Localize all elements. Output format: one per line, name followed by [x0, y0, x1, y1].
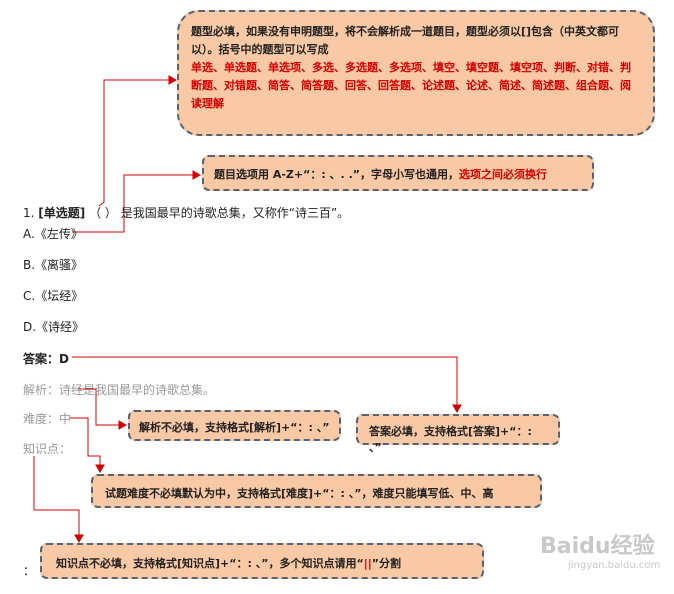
arrow-knowledge	[74, 534, 84, 544]
difficulty-line: 难度：中	[23, 412, 72, 426]
callout-knowledge-sep: ||	[363, 557, 372, 570]
connector-difficulty	[70, 417, 101, 471]
callout-knowledge-b: ”分割	[371, 557, 401, 570]
arrow-type	[168, 75, 178, 85]
knowledge-line: 知识点：	[23, 442, 72, 456]
connector-type	[98, 79, 176, 207]
arrow-analysis	[118, 420, 128, 430]
answer-line: 答案：D	[23, 352, 69, 366]
question-paren: （ ）	[89, 206, 117, 220]
callout-type-list: 单选、单选题、单选项、多选、多选题、多选项、填空、填空题、填空项、判断、对错、判…	[191, 61, 631, 110]
option-b: B.《离骚》	[23, 258, 84, 272]
question-number: 1.	[23, 206, 35, 220]
arrow-answer	[452, 404, 462, 414]
callout-question-type: 题型必填，如果没有申明题型，将不会解析成一道题目，题型必须以[]包含（中英文都可…	[177, 10, 655, 136]
question-type-tag: [单选题]	[38, 206, 86, 220]
option-a: A.《左传》	[23, 227, 83, 241]
question-stem: 1. [单选题] （ ） 是我国最早的诗歌总集，又称作“诗三百”。	[23, 204, 349, 221]
arrow-difficulty	[95, 464, 105, 474]
callout-option-note-red: 选项之间必须换行	[458, 168, 547, 181]
arrow-option	[192, 170, 202, 180]
callout-knowledge-a: 知识点不必填，支持格式[知识点]+“：: 、”，多个知识点请用“	[56, 557, 364, 570]
callout-option-note: 题目选项用 A-Z+“：: 、. .”，字母小写也通用，	[214, 168, 459, 181]
callout-options: 题目选项用 A-Z+“：: 、. .”，字母小写也通用，选项之间必须换行	[202, 155, 594, 191]
analysis-line: 解析：诗经是我国最早的诗歌总集。	[23, 383, 216, 397]
connector-knowledge	[33, 456, 80, 541]
trailing-colon: ：	[23, 564, 36, 578]
question-text: 是我国最早的诗歌总集，又称作“诗三百”。	[120, 206, 350, 220]
option-c: C.《坛经》	[23, 289, 84, 303]
callout-type-note: 题型必填，如果没有申明题型，将不会解析成一道题目，题型必须以[]包含（中英文都可…	[191, 25, 620, 56]
callout-analysis: 解析不必填，支持格式[解析]+“：: 、”	[128, 410, 341, 441]
option-d: D.《诗经》	[23, 320, 85, 334]
callout-difficulty: 试题难度不必填默认为中，支持格式[难度]+“：: 、”，难度只能填写低、中、高	[91, 474, 542, 508]
callout-answer: 答案必填，支持格式[答案]+“：: 、”	[356, 414, 560, 454]
watermark-url: jingyan.baidu.com	[568, 560, 661, 571]
callout-knowledge: 知识点不必填，支持格式[知识点]+“：: 、”，多个知识点请用“||”分割	[40, 543, 484, 579]
watermark-brand: Baidu经验	[540, 534, 655, 559]
